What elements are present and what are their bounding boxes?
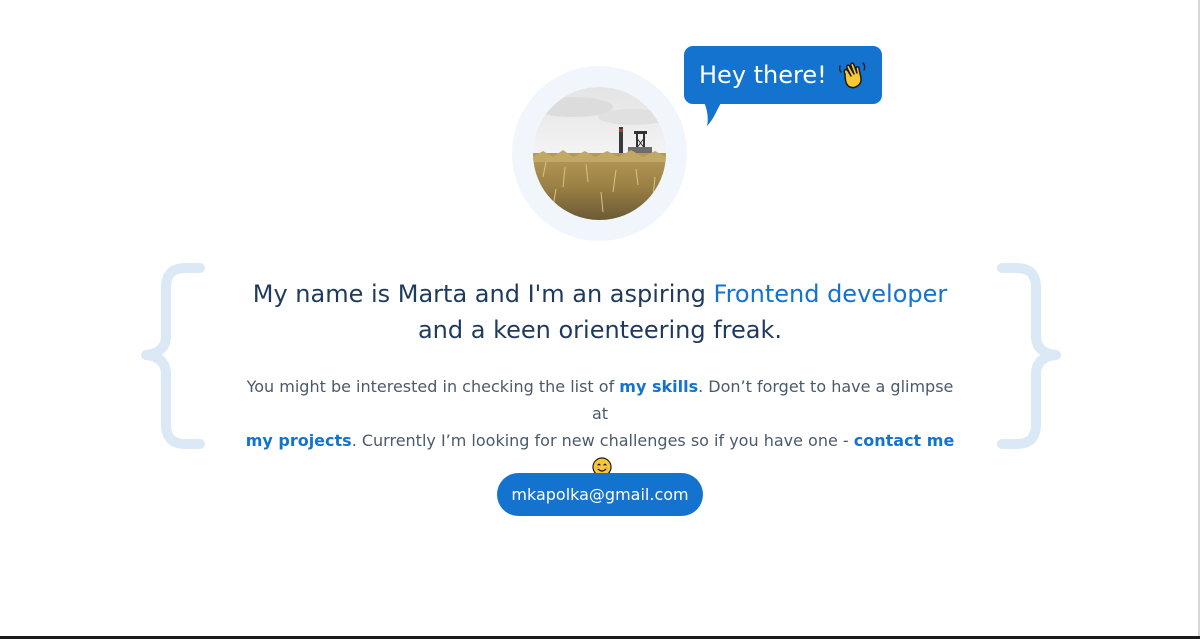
waving-hand-icon: [837, 60, 867, 90]
left-brace-decoration: [141, 263, 205, 449]
headline-accent-role: Frontend developer: [713, 280, 948, 308]
contact-me-link[interactable]: contact me: [854, 431, 955, 450]
speech-bubble: Hey there!: [684, 46, 882, 104]
avatar-photo: [533, 87, 666, 220]
intro-text-3: . Currently I’m looking for new challeng…: [351, 431, 854, 450]
speech-bubble-text: Hey there!: [699, 61, 827, 89]
headline-part2: and a keen orienteering freak.: [417, 316, 783, 344]
right-brace-decoration: [997, 263, 1061, 449]
headline-part1: My name is Marta and I'm an aspiring: [252, 280, 714, 308]
my-skills-link[interactable]: my skills: [619, 377, 698, 396]
avatar: [533, 87, 666, 220]
email-button[interactable]: mkapolka@gmail.com: [497, 473, 703, 516]
my-projects-link[interactable]: my projects: [246, 431, 352, 450]
intro-text-1: You might be interested in checking the …: [246, 377, 620, 396]
page: Hey there! My name is Marta and I'm an a…: [0, 0, 1200, 639]
headline: My name is Marta and I'm an aspiring Fro…: [200, 276, 1000, 348]
intro-paragraph: You might be interested in checking the …: [240, 373, 960, 481]
